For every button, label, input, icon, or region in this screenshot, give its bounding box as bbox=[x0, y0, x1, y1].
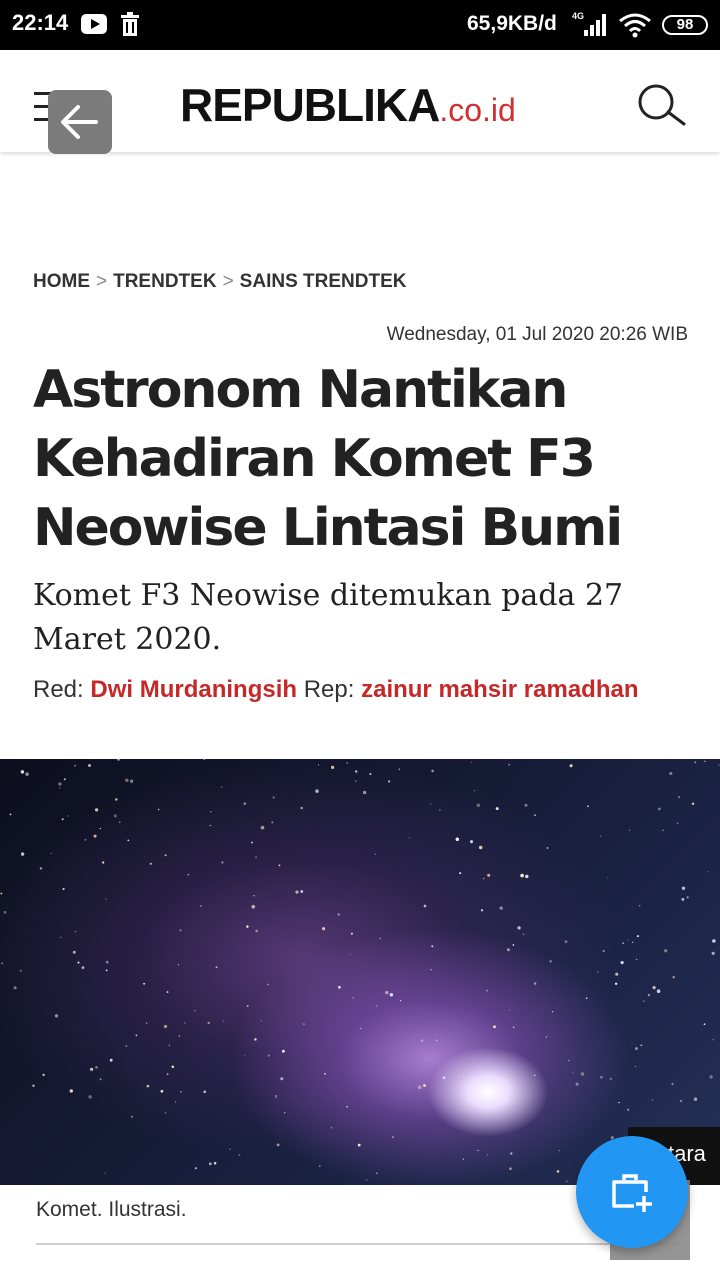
breadcrumb-separator: > bbox=[222, 271, 234, 292]
battery-indicator: 98 bbox=[662, 15, 708, 35]
status-bar: 22:14 65,9KB/d 4G 98 bbox=[0, 0, 720, 50]
breadcrumb-sains-trendtek[interactable]: SAINS TRENDTEK bbox=[240, 271, 407, 292]
editor-name-link[interactable]: Dwi Murdaningsih bbox=[90, 676, 297, 703]
editor-label: Red: bbox=[33, 676, 84, 703]
youtube-notification-icon bbox=[81, 14, 107, 34]
title-line: Neowise Lintasi Bumi bbox=[33, 498, 623, 558]
reporter-name-link[interactable]: zainur mahsir ramadhan bbox=[361, 676, 638, 703]
add-to-briefcase-icon bbox=[612, 1174, 652, 1212]
image-caption: Komet. Ilustrasi. bbox=[36, 1198, 187, 1221]
back-button[interactable] bbox=[48, 90, 112, 154]
article-date: Wednesday, 01 Jul 2020 20:26 WIB bbox=[386, 324, 688, 345]
article-subtitle: Komet F3 Neowise ditemukan pada 27 Maret… bbox=[33, 574, 693, 662]
subtitle-line: Maret 2020. bbox=[33, 622, 222, 657]
site-header: REPUBLIKA.co.id bbox=[0, 50, 720, 154]
title-line: Kehadiran Komet F3 bbox=[33, 429, 596, 489]
arrow-left-icon bbox=[61, 105, 98, 139]
site-logo[interactable]: REPUBLIKA.co.id bbox=[180, 78, 516, 131]
starfield bbox=[0, 759, 720, 1182]
caption-divider bbox=[36, 1243, 684, 1245]
cellular-signal-icon: 4G bbox=[572, 11, 606, 36]
trash-notification-icon bbox=[121, 12, 139, 36]
title-line: Astronom Nantikan bbox=[33, 360, 568, 420]
search-icon[interactable] bbox=[634, 82, 688, 126]
breadcrumb-trendtek[interactable]: TRENDTEK bbox=[113, 271, 216, 292]
floating-action-button[interactable] bbox=[576, 1136, 688, 1248]
article-hero-image bbox=[0, 759, 720, 1185]
subtitle-line: Komet F3 Neowise ditemukan pada 27 bbox=[33, 578, 624, 613]
reporter-label: Rep: bbox=[303, 676, 355, 703]
breadcrumb-home[interactable]: HOME bbox=[33, 271, 90, 292]
wifi-icon bbox=[619, 13, 651, 38]
svg-text:4G: 4G bbox=[572, 11, 584, 21]
status-time: 22:14 bbox=[12, 10, 69, 35]
breadcrumb-separator: > bbox=[96, 271, 108, 292]
article-credits: Red: Dwi Murdaningsih Rep: zainur mahsir… bbox=[33, 676, 639, 704]
logo-main-text: REPUBLIKA bbox=[180, 79, 440, 131]
network-speed: 65,9KB/d bbox=[467, 12, 557, 35]
logo-domain-text: .co.id bbox=[439, 92, 516, 128]
article-title: Astronom Nantikan Kehadiran Komet F3 Neo… bbox=[33, 356, 693, 563]
breadcrumb: HOME > TRENDTEK > SAINS TRENDTEK bbox=[33, 271, 406, 293]
